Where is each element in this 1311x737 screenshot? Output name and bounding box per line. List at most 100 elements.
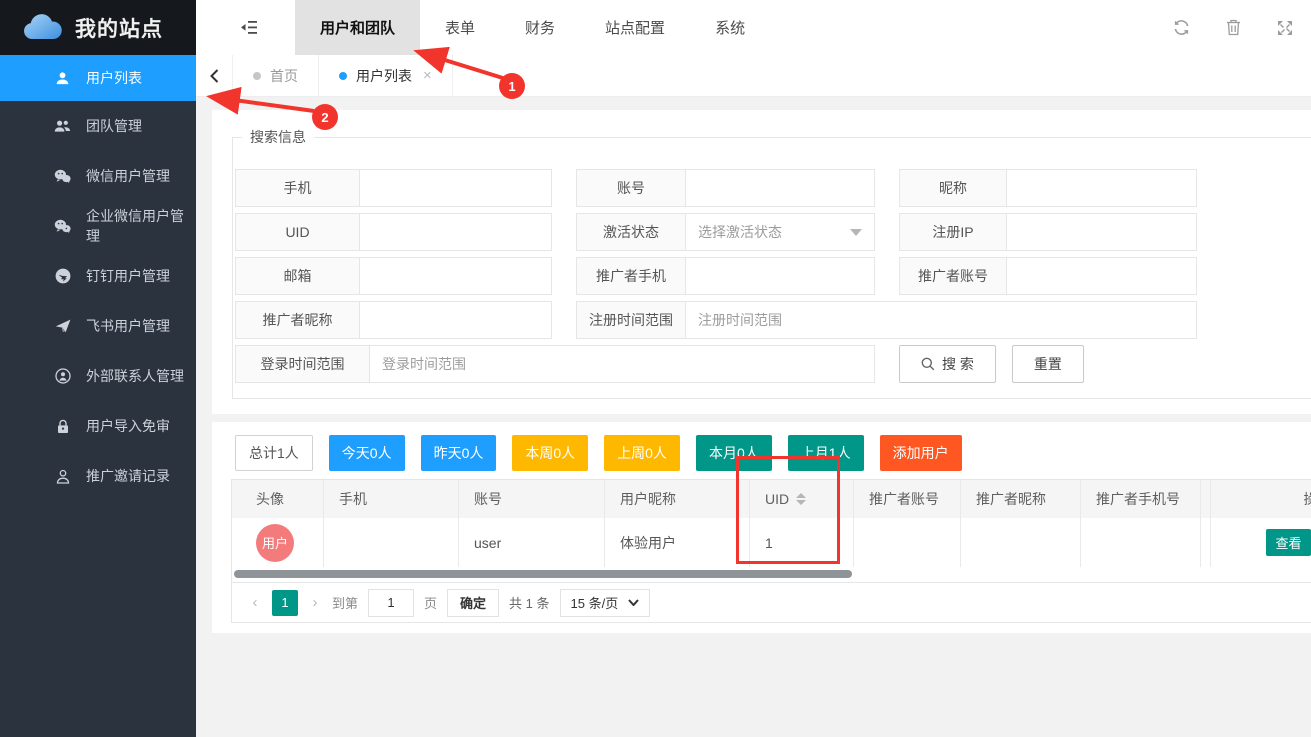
goto-label: 到第 bbox=[332, 596, 359, 611]
sidebar-item-external-contacts[interactable]: 外部联系人管理 bbox=[0, 351, 196, 401]
chevron-down-icon bbox=[628, 599, 639, 606]
page-tab-user-list[interactable]: 用户列表 × bbox=[319, 55, 453, 96]
active-state-select[interactable]: 选择激活状态 bbox=[686, 213, 875, 251]
close-icon[interactable]: × bbox=[423, 67, 432, 84]
tab-label: 用户列表 bbox=[356, 67, 412, 84]
sidebar-item-team[interactable]: 团队管理 bbox=[0, 101, 196, 151]
stat-today-button[interactable]: 今天0人 bbox=[328, 435, 405, 471]
fullscreen-icon[interactable] bbox=[1277, 20, 1293, 36]
cell-uid: 1 bbox=[750, 518, 854, 567]
sidebar-nav: 用户列表 团队管理 微信用户管理 企业微信用户管理 钉钉用户管理 飞书用户管理 … bbox=[0, 55, 196, 501]
breadcrumb-tabsbar: 首页 用户列表 × bbox=[196, 55, 1311, 97]
sidebar-item-label: 企业微信用户管理 bbox=[86, 208, 184, 244]
field-label: 推广者手机 bbox=[576, 257, 686, 295]
sidebar-item-wecom-users[interactable]: 企业微信用户管理 bbox=[0, 201, 196, 251]
refresh-icon[interactable] bbox=[1173, 19, 1190, 36]
cell-actions: 查看 编辑 bbox=[1211, 518, 1311, 567]
nickname-input[interactable] bbox=[1007, 169, 1197, 207]
user-icon bbox=[54, 70, 71, 87]
stat-last-month-button[interactable]: 上月1人 bbox=[787, 435, 864, 471]
topnav-tab-finance[interactable]: 财务 bbox=[500, 0, 580, 55]
reg-ip-input[interactable] bbox=[1007, 213, 1197, 251]
per-page-select[interactable]: 15 条/页 bbox=[559, 588, 651, 617]
total-count: 共 1 条 bbox=[509, 596, 550, 611]
avatar: 用户 bbox=[256, 523, 294, 562]
topnav-tab-users-teams[interactable]: 用户和团队 bbox=[295, 0, 421, 55]
sidebar-item-label: 团队管理 bbox=[86, 118, 142, 134]
search-button[interactable]: 搜 索 bbox=[899, 345, 996, 383]
user-table: 头像 手机 账号 用户昵称 UID 推广者账号 推广者昵称 推广者手机号 操作 bbox=[231, 479, 1311, 623]
stat-yesterday-button[interactable]: 昨天0人 bbox=[420, 435, 497, 471]
cell-spacer bbox=[1201, 518, 1211, 567]
promoter-nickname-input[interactable] bbox=[360, 301, 552, 339]
sidebar-item-wechat-users[interactable]: 微信用户管理 bbox=[0, 151, 196, 201]
stat-this-month-button[interactable]: 本月0人 bbox=[695, 435, 772, 471]
field-label: UID bbox=[235, 213, 360, 251]
sidebar-item-label: 钉钉用户管理 bbox=[86, 268, 170, 284]
col-promoter-phone: 推广者手机号 bbox=[1081, 480, 1201, 518]
topnav-tab-forms[interactable]: 表单 bbox=[420, 0, 500, 55]
table-header-row: 头像 手机 账号 用户昵称 UID 推广者账号 推广者昵称 推广者手机号 操作 bbox=[232, 480, 1311, 518]
sidebar-item-label: 用户列表 bbox=[86, 70, 142, 86]
uid-input[interactable] bbox=[360, 213, 552, 251]
wechat-icon bbox=[54, 168, 71, 185]
sidebar-item-dingtalk-users[interactable]: 钉钉用户管理 bbox=[0, 251, 196, 301]
field-label: 手机 bbox=[235, 169, 360, 207]
sort-icon[interactable] bbox=[796, 493, 807, 505]
login-time-range-input[interactable] bbox=[370, 345, 875, 383]
cell-promoter-phone bbox=[1081, 518, 1201, 567]
topnav-tab-system[interactable]: 系统 bbox=[690, 0, 770, 55]
field-nickname: 昵称 bbox=[899, 169, 1197, 207]
sidebar-item-user-import[interactable]: 用户导入免审 bbox=[0, 401, 196, 451]
collapse-menu-icon[interactable] bbox=[240, 20, 258, 35]
user-table-panel: 总计1人 今天0人 昨天0人 本周0人 上周0人 本月0人 上月1人 添加用户 … bbox=[212, 422, 1311, 633]
stat-total-button[interactable]: 总计1人 bbox=[235, 435, 313, 471]
trash-icon[interactable] bbox=[1226, 19, 1241, 36]
add-user-button[interactable]: 添加用户 bbox=[879, 435, 962, 471]
reg-time-range-input[interactable] bbox=[686, 301, 1197, 339]
page-prev-icon[interactable]: ‹ bbox=[248, 594, 262, 611]
search-fieldset: 搜索信息 手机 账号 昵称 UID 激活状态 选择激活状态 注册IP 邮箱 推广… bbox=[232, 127, 1311, 399]
sidebar-item-invite-records[interactable]: 推广邀请记录 bbox=[0, 451, 196, 501]
app-title: 我的站点 bbox=[75, 17, 163, 41]
field-promoter-phone: 推广者手机 bbox=[576, 257, 875, 295]
sidebar-item-feishu-users[interactable]: 飞书用户管理 bbox=[0, 301, 196, 351]
field-label: 邮箱 bbox=[235, 257, 360, 295]
col-nickname: 用户昵称 bbox=[605, 480, 750, 518]
cell-account: user bbox=[459, 518, 605, 567]
goto-page-input[interactable] bbox=[368, 588, 415, 617]
select-placeholder: 选择激活状态 bbox=[698, 224, 782, 240]
topnav-tab-site-config[interactable]: 站点配置 bbox=[580, 0, 690, 55]
sidebar-item-label: 微信用户管理 bbox=[86, 168, 170, 184]
team-icon bbox=[54, 118, 71, 135]
stats-row: 总计1人 今天0人 昨天0人 本周0人 上周0人 本月0人 上月1人 添加用户 bbox=[235, 435, 1311, 471]
user-outline-icon bbox=[54, 468, 71, 485]
promoter-phone-input[interactable] bbox=[686, 257, 875, 295]
per-page-value: 15 条/页 bbox=[570, 596, 619, 611]
phone-input[interactable] bbox=[360, 169, 552, 207]
pagination: ‹ 1 › 到第 页 确定 共 1 条 15 条/页 bbox=[232, 582, 1311, 622]
search-panel: 搜索信息 手机 账号 昵称 UID 激活状态 选择激活状态 注册IP 邮箱 推广… bbox=[212, 110, 1311, 414]
view-button[interactable]: 查看 bbox=[1266, 529, 1311, 556]
chevron-left-icon[interactable] bbox=[196, 55, 233, 96]
horizontal-scrollbar bbox=[232, 567, 1311, 582]
sidebar-item-user-list[interactable]: 用户列表 bbox=[0, 55, 196, 101]
page-tab-home[interactable]: 首页 bbox=[233, 55, 319, 96]
page-next-icon[interactable]: › bbox=[308, 594, 322, 611]
cell-avatar: 用户 bbox=[232, 518, 324, 567]
stat-last-week-button[interactable]: 上周0人 bbox=[604, 435, 680, 471]
field-label: 登录时间范围 bbox=[235, 345, 370, 383]
field-login-time-range: 登录时间范围 bbox=[235, 345, 875, 383]
field-active-state: 激活状态 选择激活状态 bbox=[576, 213, 875, 251]
stat-this-week-button[interactable]: 本周0人 bbox=[512, 435, 589, 471]
email-input[interactable] bbox=[360, 257, 552, 295]
app-logo: 我的站点 bbox=[0, 0, 196, 55]
page-current[interactable]: 1 bbox=[272, 589, 298, 616]
confirm-button[interactable]: 确定 bbox=[447, 588, 500, 617]
page-unit-label: 页 bbox=[424, 596, 438, 611]
promoter-account-input[interactable] bbox=[1007, 257, 1197, 295]
account-input[interactable] bbox=[686, 169, 875, 207]
reset-button[interactable]: 重置 bbox=[1011, 345, 1084, 383]
field-email: 邮箱 bbox=[235, 257, 552, 295]
scrollbar-thumb[interactable] bbox=[234, 570, 852, 578]
